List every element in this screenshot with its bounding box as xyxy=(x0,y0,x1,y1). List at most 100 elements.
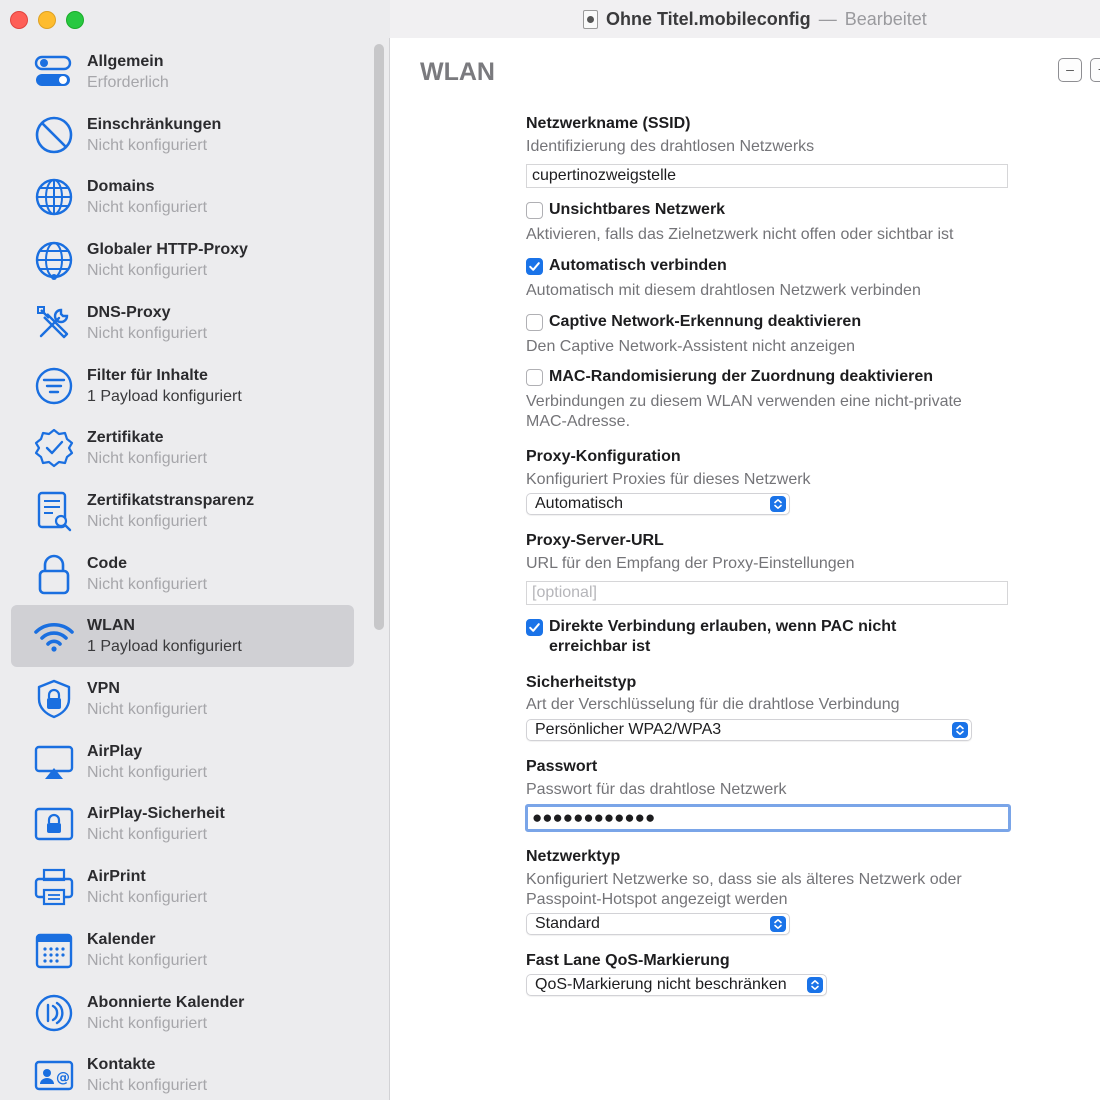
window-edit-state: Bearbeitet xyxy=(844,8,927,29)
sidebar-item-wlan[interactable]: WLAN 1 Payload konfiguriert xyxy=(11,605,354,668)
sidebar-item-dns-proxy[interactable]: DNS-Proxy Nicht konfiguriert xyxy=(11,292,354,354)
tools-icon xyxy=(33,302,75,344)
sidebar-item-abonnierte-kalender[interactable]: Abonnierte Kalender Nicht konfiguriert xyxy=(11,982,354,1044)
sidebar-item-label: Einschränkungen xyxy=(87,115,222,133)
proxy-config-select[interactable]: Automatisch xyxy=(526,493,790,515)
airplay-icon xyxy=(33,741,75,783)
select-chevrons-icon xyxy=(770,916,786,932)
ssid-input[interactable]: cupertinozweigstelle xyxy=(526,164,1008,188)
sidebar-item-status: Nicht konfiguriert xyxy=(87,1077,208,1095)
mac-randomization-label: MAC-Randomisierung der Zuordnung deaktiv… xyxy=(549,368,934,385)
sidebar-item-label: DNS-Proxy xyxy=(87,303,171,321)
window-zoom-button[interactable] xyxy=(66,11,84,29)
password-input[interactable]: ●●●●●●●●●●●● xyxy=(525,804,1011,832)
sidebar-item-label: Zertifikate xyxy=(87,429,164,447)
window-close-button[interactable] xyxy=(10,11,28,29)
sidebar-item-label: Filter für Inhalte xyxy=(87,366,208,384)
qos-select[interactable]: QoS-Markierung nicht beschränken xyxy=(526,974,827,996)
hidden-network-description: Aktivieren, falls das Zielnetzwerk nicht… xyxy=(526,226,954,243)
sidebar-item-label: Allgemein xyxy=(87,53,164,70)
sidebar-item-airplay[interactable]: AirPlay Nicht konfiguriert xyxy=(11,731,354,793)
window-title-separator: — xyxy=(818,8,837,29)
sidebar-item-globaler-http-proxy[interactable]: Globaler HTTP-Proxy Nicht konfiguriert xyxy=(11,229,354,291)
sidebar-item-kalender[interactable]: Kalender Nicht konfiguriert xyxy=(11,919,354,981)
sidebar-item-status: Nicht konfiguriert xyxy=(87,136,208,154)
security-type-title: Sicherheitstyp xyxy=(526,674,637,691)
sidebar-item-airprint[interactable]: AirPrint Nicht konfiguriert xyxy=(11,856,354,918)
qos-value: QoS-Markierung nicht beschränken xyxy=(535,976,787,993)
hidden-network-checkbox[interactable] xyxy=(526,202,543,219)
sidebar-item-filter-für-inhalte[interactable]: Filter für Inhalte 1 Payload konfiguriert xyxy=(11,355,354,417)
broadcast-icon xyxy=(33,992,75,1034)
window-file-name: Ohne Titel.mobileconfig xyxy=(606,8,811,29)
proxy-url-input[interactable]: [optional] xyxy=(526,581,1008,605)
contact-card-icon: @ xyxy=(33,1054,75,1096)
captive-detection-label: Captive Network-Erkennung deaktivieren xyxy=(549,313,862,330)
sidebar-item-status: Nicht konfiguriert xyxy=(87,763,208,781)
document-icon xyxy=(583,9,598,29)
sidebar-item-einschränkungen[interactable]: Einschränkungen Nicht konfiguriert xyxy=(11,104,354,166)
auto-join-label: Automatisch verbinden xyxy=(549,257,727,274)
shield-lock-icon xyxy=(33,678,75,720)
pac-direct-label-2: erreichbar ist xyxy=(549,638,651,655)
network-type-description-2: Passpoint-Hotspot angezeigt werden xyxy=(526,891,788,908)
checkmark-icon xyxy=(529,623,540,632)
sidebar-item-vpn[interactable]: VPN Nicht konfiguriert xyxy=(11,668,354,730)
auto-join-checkbox[interactable] xyxy=(526,258,543,275)
sidebar-item-status: Nicht konfiguriert xyxy=(87,1014,208,1032)
calendar-icon xyxy=(33,929,75,971)
payload-sidebar: Allgemein Erforderlich Einschränkungen Nich… xyxy=(0,38,390,1100)
captive-detection-checkbox[interactable] xyxy=(526,314,543,331)
airplay-lock-icon xyxy=(33,803,75,845)
sidebar-item-status: Nicht konfiguriert xyxy=(87,262,208,280)
sidebar-item-status: 1 Payload konfiguriert xyxy=(87,638,242,656)
proxy-url-title: Proxy-Server-URL xyxy=(526,532,664,549)
sidebar-item-zertifikate[interactable]: Zertifikate Nicht konfiguriert xyxy=(11,417,354,479)
network-type-select[interactable]: Standard xyxy=(526,913,790,935)
sidebar-item-status: 1 Payload konfiguriert xyxy=(87,387,242,405)
sidebar-item-label: Zertifikatstransparenz xyxy=(87,491,255,509)
wifi-icon xyxy=(33,615,75,657)
proxy-config-description: Konfiguriert Proxies für dieses Netzwerk xyxy=(526,471,811,488)
security-type-select[interactable]: Persönlicher WPA2/WPA3 xyxy=(526,719,972,741)
captive-detection-description: Den Captive Network-Assistent nicht anze… xyxy=(526,338,856,355)
qos-title: Fast Lane QoS-Markierung xyxy=(526,952,730,969)
sidebar-item-kontakte[interactable]: @ Kontakte Nicht konfiguriert xyxy=(11,1044,354,1100)
sidebar-item-status: Erforderlich xyxy=(87,74,169,91)
password-title: Passwort xyxy=(526,758,598,775)
document-search-icon xyxy=(33,490,75,532)
sidebar-item-domains[interactable]: Domains Nicht konfiguriert xyxy=(11,166,354,228)
proxy-config-title: Proxy-Konfiguration xyxy=(526,448,681,465)
sidebar-item-status: Nicht konfiguriert xyxy=(87,450,208,468)
remove-payload-button[interactable]: – xyxy=(1058,58,1082,82)
svg-text:@: @ xyxy=(56,1070,70,1086)
hidden-network-label: Unsichtbares Netzwerk xyxy=(549,201,726,218)
auto-join-description: Automatisch mit diesem drahtlosen Netzwe… xyxy=(526,282,921,299)
sidebar-item-status: Nicht konfiguriert xyxy=(87,575,208,593)
password-description: Passwort für das drahtlose Netzwerk xyxy=(526,781,787,798)
sidebar-item-label: Code xyxy=(87,554,127,572)
title-bar-sidebar-area xyxy=(0,0,390,38)
ssid-description: Identifizierung des drahtlosen Netzwerks xyxy=(526,138,815,155)
sidebar-item-label: Globaler HTTP-Proxy xyxy=(87,241,248,259)
proxy-config-value: Automatisch xyxy=(535,495,624,512)
sidebar-item-zertifikatstransparenz[interactable]: Zertifikatstransparenz Nicht konfiguriert xyxy=(11,480,354,542)
sidebar-item-airplay-sicherheit[interactable]: AirPlay-Sicherheit Nicht konfiguriert xyxy=(11,793,354,855)
window-title: Ohne Titel.mobileconfig — Bearbeitet xyxy=(583,8,927,30)
ssid-title: Netzwerkname (SSID) xyxy=(526,115,691,132)
sidebar-item-label: Kalender xyxy=(87,930,156,948)
mac-randomization-checkbox[interactable] xyxy=(526,369,543,386)
add-payload-button[interactable]: + xyxy=(1090,58,1100,82)
title-bar: Ohne Titel.mobileconfig — Bearbeitet xyxy=(0,0,1100,38)
window-minimize-button[interactable] xyxy=(38,11,56,29)
sidebar-item-status: Nicht konfiguriert xyxy=(87,199,208,217)
sidebar-item-code[interactable]: Code Nicht konfiguriert xyxy=(11,543,354,605)
network-type-description-1: Konfiguriert Netzwerke so, dass sie als … xyxy=(526,871,962,888)
sidebar-item-allgemein[interactable]: Allgemein Erforderlich xyxy=(11,41,354,103)
pac-direct-checkbox[interactable] xyxy=(526,619,543,636)
sidebar-scrollbar[interactable] xyxy=(374,44,384,630)
select-chevrons-icon xyxy=(807,977,823,993)
mac-randomization-description-2: MAC-Adresse. xyxy=(526,413,631,430)
prohibited-icon xyxy=(33,114,75,156)
sidebar-item-label: AirPlay xyxy=(87,742,143,760)
